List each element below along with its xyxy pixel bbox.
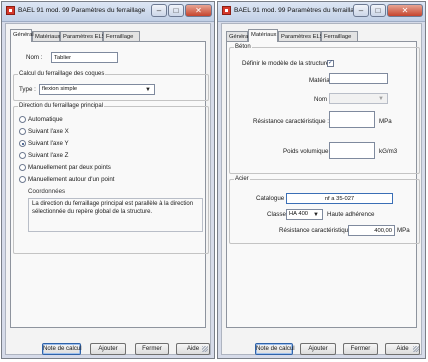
materiaux-input[interactable] [329, 73, 388, 84]
minimize-icon[interactable]: – [353, 4, 369, 17]
window-general: BAEL 91 mod. 99 Paramètres du ferraillag… [1, 1, 215, 359]
resistance-acier-label: Résistance caractéristique : [279, 227, 356, 234]
window-title: BAEL 91 mod. 99 Paramètres du ferraillag… [234, 7, 362, 14]
resistance-acier-input[interactable] [348, 225, 395, 236]
direction-group-label: Direction du ferraillage principal [18, 103, 105, 109]
window-materiaux: BAEL 91 mod. 99 Paramètres du ferraillag… [217, 1, 426, 359]
beton-group: Béton Définir le modèle de la structure … [229, 44, 420, 174]
nom-select[interactable]: ▼ [329, 93, 388, 104]
haute-adherence-label: Haute adhérence [327, 211, 375, 218]
title-bar[interactable]: BAEL 91 mod. 99 Paramètres du ferraillag… [218, 2, 425, 22]
dialog-body: Général Matériaux Paramètres ELS Ferrail… [5, 23, 211, 355]
radio-axe-y[interactable] [19, 140, 26, 147]
radio-axe-x-label[interactable]: Suivant l'axe X [28, 128, 69, 135]
catalogue-label: Catalogue : [256, 195, 288, 202]
title-bar[interactable]: BAEL 91 mod. 99 Paramètres du ferraillag… [2, 2, 214, 22]
type-select[interactable]: flexion simple ▼ [39, 84, 155, 95]
note-de-calcul-button[interactable]: Note de calcul [42, 343, 82, 355]
tab-ferraillage[interactable]: Ferraillage [321, 31, 358, 41]
radio-deux-points[interactable] [19, 164, 26, 171]
tab-general[interactable]: Général [226, 31, 250, 41]
name-input[interactable] [51, 52, 118, 63]
name-label: Nom : [26, 54, 43, 61]
radio-axe-z[interactable] [19, 152, 26, 159]
resistance-acier-unit: MPa [397, 227, 410, 234]
tab-panel-materiaux: Béton Définir le modèle de la structure … [226, 41, 420, 328]
resistance-beton-input[interactable] [329, 111, 375, 128]
tab-general[interactable]: Général [10, 29, 34, 42]
tab-panel-general: Nom : Calcul du ferraillage des coques T… [10, 41, 209, 328]
ajouter-button[interactable]: Ajouter [300, 343, 336, 355]
close-icon[interactable]: ✕ [387, 4, 423, 17]
acier-group-label: Acier [234, 176, 250, 182]
maximize-icon[interactable]: □ [370, 4, 386, 17]
define-model-checkbox[interactable]: ✓ [327, 60, 334, 67]
app-icon [6, 6, 15, 15]
type-select-value: flexion simple [42, 86, 78, 92]
calc-group-label: Calcul du ferraillage des coques [18, 71, 106, 77]
fermer-button[interactable]: Fermer [135, 343, 169, 355]
coordinates-label: Coordonnées [28, 188, 66, 195]
radio-automatique-label[interactable]: Automatique [28, 116, 63, 123]
minimize-icon[interactable]: – [151, 4, 167, 17]
note-de-calcul-button[interactable]: Note de calcul [255, 343, 295, 355]
resize-grip[interactable] [202, 346, 208, 352]
define-model-label: Définir le modèle de la structure [242, 60, 330, 67]
tab-parametres-els[interactable]: Paramètres ELS [60, 31, 106, 41]
acier-group: Acier Catalogue : Classe : HA 400 ▼ Haut… [229, 176, 420, 244]
description-text: La direction du ferraillage principal es… [28, 198, 203, 232]
resistance-beton-unit: MPa [379, 118, 392, 125]
poids-label: Poids volumique : [283, 148, 332, 155]
poids-unit: kG/m3 [379, 148, 398, 155]
radio-autour-point[interactable] [19, 176, 26, 183]
dialog-body: Général Matériaux Paramètres ELS Ferrail… [221, 23, 422, 355]
radio-automatique[interactable] [19, 116, 26, 123]
chevron-down-icon: ▼ [378, 96, 384, 102]
app-icon [222, 6, 231, 15]
radio-deux-points-label[interactable]: Manuellement par deux points [28, 164, 111, 171]
tab-materiaux[interactable]: Matériaux [248, 29, 278, 42]
ajouter-button[interactable]: Ajouter [90, 343, 126, 355]
direction-group: Direction du ferraillage principal Autom… [13, 103, 209, 254]
radio-axe-y-label[interactable]: Suivant l'axe Y [28, 140, 69, 147]
maximize-icon[interactable]: □ [168, 4, 184, 17]
fermer-button[interactable]: Fermer [343, 343, 378, 355]
classe-select[interactable]: HA 400 ▼ [286, 209, 323, 220]
beton-group-label: Béton [234, 44, 252, 50]
window-title: BAEL 91 mod. 99 Paramètres du ferraillag… [18, 7, 146, 14]
classe-select-value: HA 400 [289, 211, 309, 217]
radio-autour-point-label[interactable]: Manuellement autour d'un point [28, 176, 115, 183]
catalogue-input[interactable] [286, 193, 393, 204]
poids-input[interactable] [329, 142, 375, 159]
chevron-down-icon: ▼ [145, 87, 151, 93]
tab-parametres-els[interactable]: Paramètres ELS [278, 31, 324, 41]
chevron-down-icon: ▼ [313, 212, 319, 218]
tab-materiaux[interactable]: Matériaux [32, 31, 60, 41]
calc-group: Calcul du ferraillage des coques Type : … [13, 71, 209, 101]
type-label: Type : [19, 86, 36, 93]
resize-grip[interactable] [413, 346, 419, 352]
close-icon[interactable]: ✕ [185, 4, 212, 17]
tab-ferraillage[interactable]: Ferraillage [103, 31, 140, 41]
radio-axe-z-label[interactable]: Suivant l'axe Z [28, 152, 68, 159]
radio-axe-x[interactable] [19, 128, 26, 135]
resistance-beton-label: Résistance caractéristique : [253, 118, 330, 125]
